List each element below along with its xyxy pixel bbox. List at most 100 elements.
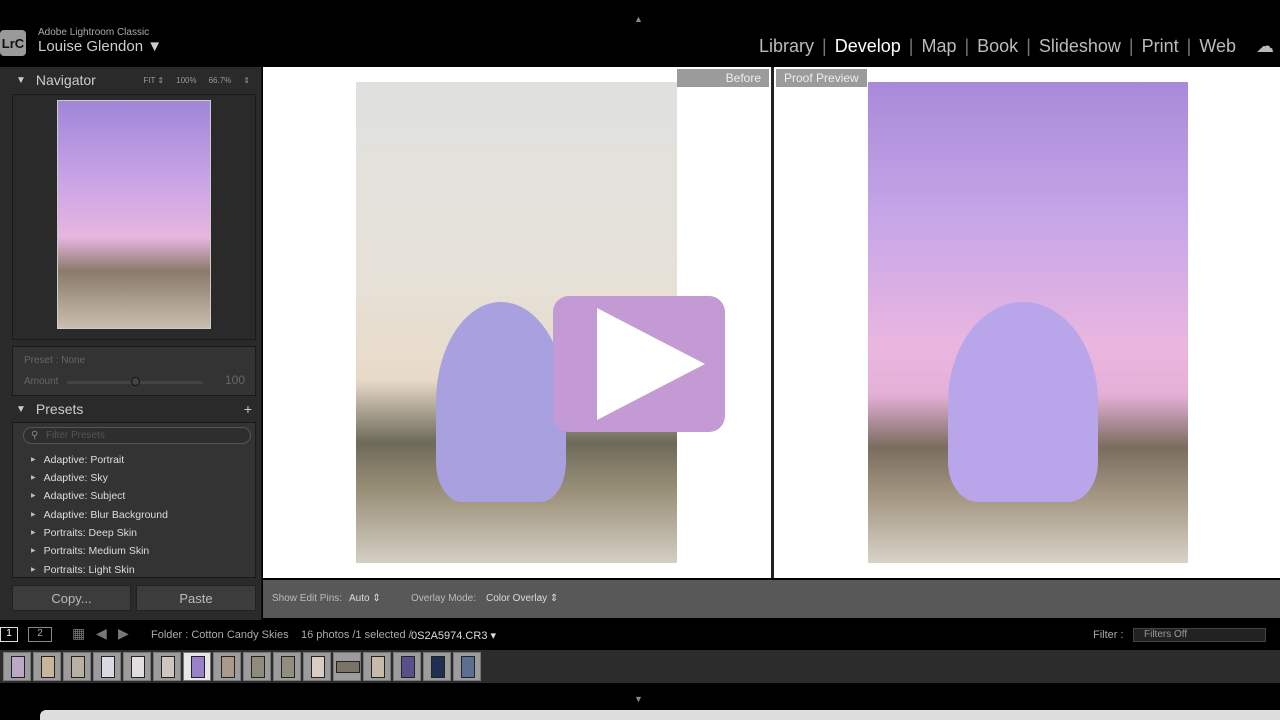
- filmstrip-thumbnail[interactable]: [33, 652, 61, 681]
- play-icon: [597, 308, 705, 420]
- develop-toolbar: Show Edit Pins: Auto ⇕ Overlay Mode: Col…: [263, 580, 1280, 618]
- preset-item[interactable]: Portraits: Light Skin: [31, 564, 135, 576]
- thumbnail-image: [161, 656, 175, 678]
- thumbnail-image: [281, 656, 295, 678]
- amount-label: Amount: [24, 376, 59, 387]
- navigator-zoom-options: FIT ⇕ 100% 66.7% ⇕: [143, 76, 250, 85]
- collapse-triangle-icon: ▼: [16, 403, 26, 415]
- photo-count: 16 photos /1 selected /: [301, 629, 412, 641]
- filter-presets-input[interactable]: ⚲ Filter Presets: [23, 427, 251, 444]
- thumbnail-image: [431, 656, 445, 678]
- zoom-100[interactable]: 100%: [176, 76, 196, 85]
- amount-value: 100: [224, 373, 245, 387]
- thumbnail-image: [131, 656, 145, 678]
- filmstrip-thumbnail[interactable]: [243, 652, 271, 681]
- user-menu[interactable]: Louise Glendon ▼: [38, 38, 162, 55]
- thumbnail-image: [401, 656, 415, 678]
- preset-item[interactable]: Portraits: Deep Skin: [31, 527, 137, 539]
- module-book[interactable]: Book: [977, 36, 1018, 57]
- module-develop[interactable]: Develop: [835, 36, 901, 57]
- grid-icon[interactable]: ▦: [72, 625, 85, 642]
- overlay-mode-select[interactable]: Color Overlay ⇕: [486, 593, 558, 604]
- app-name: Adobe Lightroom Classic: [38, 27, 150, 38]
- filter-label: Filter :: [1093, 629, 1124, 641]
- filmstrip-thumbnail[interactable]: [273, 652, 301, 681]
- zoom-stepper[interactable]: ⇕: [243, 76, 250, 85]
- presets-title: Presets: [35, 401, 84, 417]
- paste-button[interactable]: Paste: [136, 585, 256, 611]
- overlay-mode-label: Overlay Mode:: [411, 593, 477, 604]
- lrc-logo: LrC: [0, 30, 26, 56]
- thumbnail-image: [11, 656, 25, 678]
- collapse-bottom-arrow-icon[interactable]: ▼: [634, 694, 643, 704]
- thumbnail-image: [251, 656, 265, 678]
- thumbnail-image: [371, 656, 385, 678]
- folder-source[interactable]: Folder : Cotton Candy Skies: [151, 629, 289, 641]
- forward-arrow-icon[interactable]: ▶: [118, 625, 129, 642]
- main-window-button[interactable]: 1: [0, 627, 18, 642]
- filmstrip-thumbnail[interactable]: [3, 652, 31, 681]
- preset-amount-box: Preset : None Amount 100: [12, 346, 256, 396]
- edit-pins-select[interactable]: Auto ⇕: [349, 593, 381, 604]
- module-web[interactable]: Web: [1199, 36, 1236, 57]
- thumbnail-image: [191, 656, 205, 678]
- filmstrip-thumbnail[interactable]: [363, 652, 391, 681]
- filter-select[interactable]: Filters Off: [1133, 628, 1266, 642]
- navigator-header[interactable]: ▼ Navigator FIT ⇕ 100% 66.7% ⇕: [8, 69, 256, 91]
- amount-slider[interactable]: [67, 377, 203, 386]
- selected-file[interactable]: 0S2A5974.CR3 ▾: [411, 629, 496, 642]
- presets-header[interactable]: ▼ Presets +: [8, 398, 256, 420]
- module-library[interactable]: Library: [759, 36, 814, 57]
- module-picker: Library | Develop | Map | Book | Slideshow | …: [759, 36, 1236, 57]
- filmstrip-thumbnail[interactable]: [393, 652, 421, 681]
- filmstrip-thumbnail[interactable]: [93, 652, 121, 681]
- navigator-title: Navigator: [35, 72, 96, 88]
- preset-item[interactable]: Adaptive: Portrait: [31, 454, 125, 466]
- secondary-window-button[interactable]: 2: [28, 627, 52, 642]
- thumbnail-image: [221, 656, 235, 678]
- preset-item[interactable]: Adaptive: Subject: [31, 490, 126, 502]
- search-icon: ⚲: [31, 430, 39, 441]
- cloud-icon[interactable]: ☁: [1256, 36, 1274, 57]
- thumbnail-image: [101, 656, 115, 678]
- filter-placeholder: Filter Presets: [46, 430, 105, 441]
- filmstrip-thumbnail[interactable]: [123, 652, 151, 681]
- module-slideshow[interactable]: Slideshow: [1039, 36, 1121, 57]
- filmstrip-thumbnail[interactable]: [183, 652, 211, 681]
- filmstrip-thumbnail[interactable]: [63, 652, 91, 681]
- preset-item[interactable]: Adaptive: Blur Background: [31, 509, 168, 521]
- view-divider: [771, 67, 774, 578]
- filmstrip-bar: 1 2 ▦ ◀ ▶ Folder : Cotton Candy Skies 16…: [0, 622, 1280, 648]
- filmstrip-thumbnail[interactable]: [153, 652, 181, 681]
- filmstrip-thumbnail[interactable]: [423, 652, 451, 681]
- zoom-66[interactable]: 66.7%: [209, 76, 232, 85]
- thumbnail-image: [311, 656, 325, 678]
- filmstrip-scrollbar[interactable]: [40, 710, 1280, 720]
- proof-preview-label: Proof Preview: [776, 69, 867, 87]
- zoom-fit[interactable]: FIT ⇕: [143, 76, 164, 85]
- preset-item[interactable]: Portraits: Medium Skin: [31, 545, 150, 557]
- filmstrip-thumbnail[interactable]: [333, 652, 361, 681]
- thumbnail-image: [336, 661, 360, 673]
- thumbnail-image: [461, 656, 475, 678]
- copy-button[interactable]: Copy...: [12, 585, 131, 611]
- filmstrip-thumbnail[interactable]: [453, 652, 481, 681]
- collapse-triangle-icon: ▼: [16, 74, 26, 86]
- preset-list: ⚲ Filter Presets Adaptive: Portrait Adapt…: [12, 422, 256, 578]
- thumbnail-image: [71, 656, 85, 678]
- navigator-preview-image[interactable]: [57, 100, 211, 329]
- collapse-top-arrow-icon[interactable]: ▲: [634, 14, 643, 24]
- add-preset-button[interactable]: +: [244, 401, 252, 417]
- before-label: Before: [677, 69, 769, 87]
- edit-pins-label: Show Edit Pins:: [272, 593, 343, 604]
- filmstrip-thumbnail[interactable]: [303, 652, 331, 681]
- play-button[interactable]: [553, 296, 725, 432]
- preset-item[interactable]: Adaptive: Sky: [31, 472, 108, 484]
- amount-slider-thumb[interactable]: [131, 377, 140, 386]
- module-map[interactable]: Map: [921, 36, 956, 57]
- after-photo[interactable]: [868, 82, 1188, 563]
- filmstrip-thumbnail[interactable]: [213, 652, 241, 681]
- module-print[interactable]: Print: [1142, 36, 1179, 57]
- preset-name: Preset : None: [24, 355, 86, 366]
- back-arrow-icon[interactable]: ◀: [96, 625, 107, 642]
